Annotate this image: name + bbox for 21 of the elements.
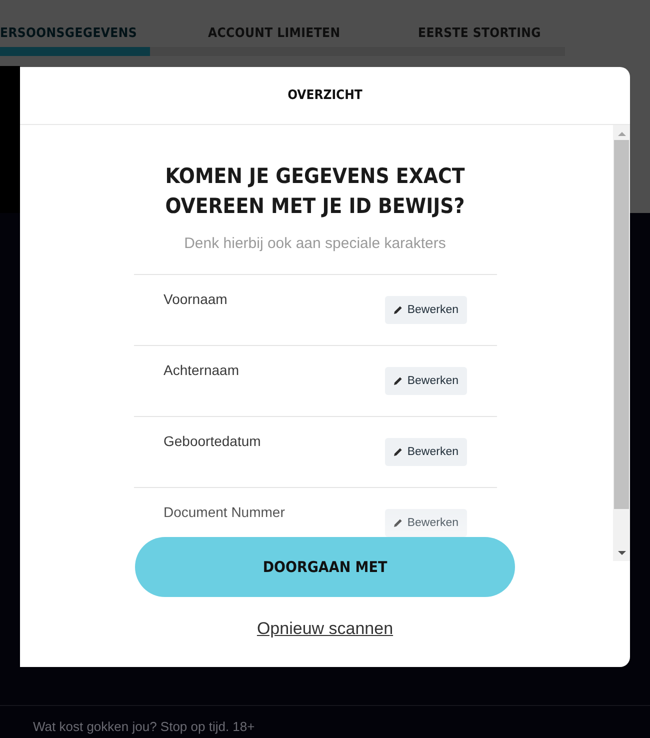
scrollbar[interactable] (613, 125, 630, 561)
edit-button[interactable]: Bewerken (385, 509, 466, 537)
modal-title: OVERZICHT (288, 88, 362, 103)
footer-text: Wat kost gokken jou? Stop op tijd. 18+ (33, 719, 255, 734)
field-label: Document Nummer (164, 504, 285, 520)
edit-button[interactable]: Bewerken (385, 296, 466, 324)
pencil-icon (393, 447, 404, 457)
field-label: Voornaam (164, 291, 228, 307)
modal-heading: KOMEN JE GEGEVENS EXACT OVEREEN MET JE ID BEWIJS? (164, 163, 466, 220)
rescan-link[interactable]: Opnieuw scannen (256, 619, 394, 638)
field-label: Geboortedatum (164, 433, 261, 449)
edit-button[interactable]: Bewerken (385, 367, 466, 395)
edit-button[interactable]: Bewerken (385, 438, 466, 466)
scroll-up-icon[interactable] (618, 131, 626, 137)
field-label: Achternaam (164, 362, 239, 378)
modal-subtitle: Denk hierbij ook aan speciale karakters (183, 235, 447, 252)
continue-button[interactable]: DOORGAAN MET (135, 537, 515, 597)
scroll-down-icon[interactable] (618, 550, 626, 556)
pencil-icon (393, 305, 404, 315)
pencil-icon (393, 376, 404, 386)
pencil-icon (393, 518, 404, 528)
